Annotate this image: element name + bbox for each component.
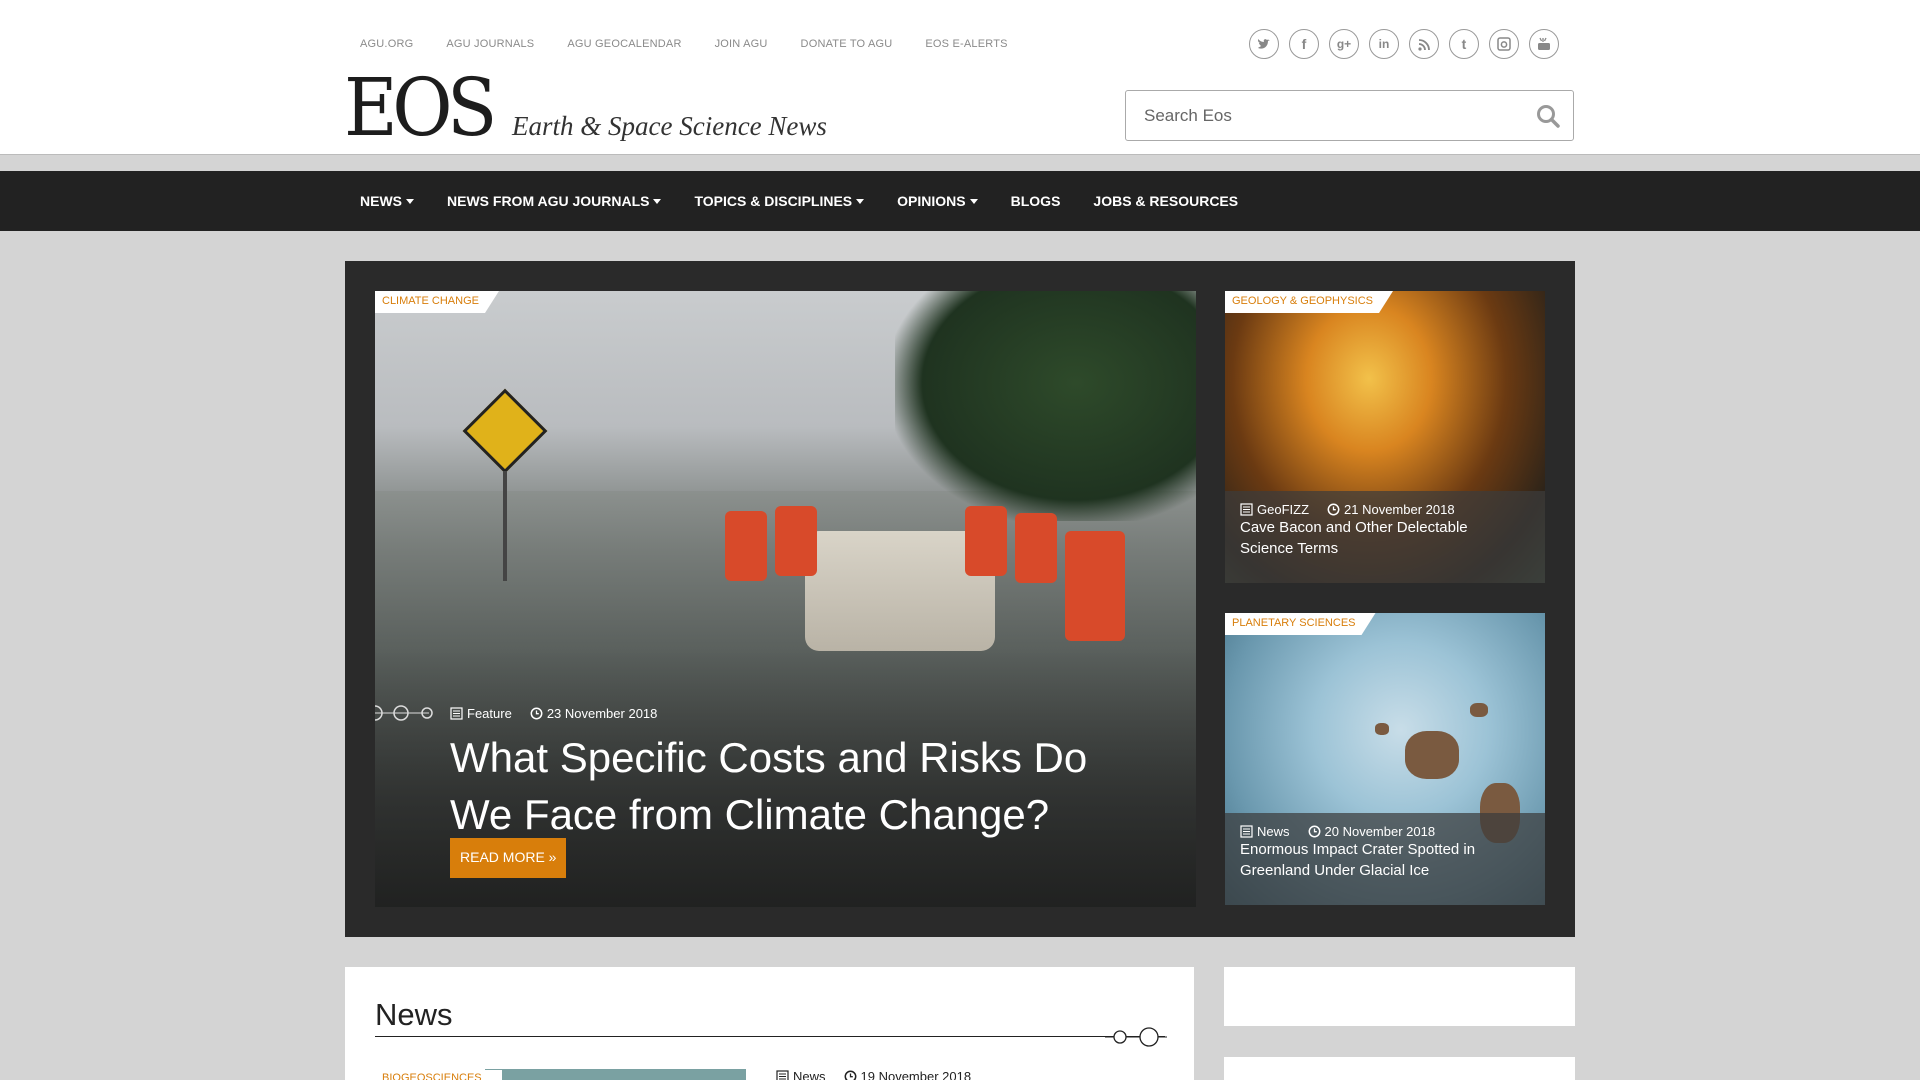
featured-stories: CLIMATE CHANGE Feature 23 November 2018 … bbox=[345, 261, 1575, 937]
story-meta: GeoFIZZ 21 November 2018 bbox=[1240, 502, 1455, 517]
category-tag[interactable]: BIOGEOSCIENCES bbox=[375, 1070, 502, 1080]
chevron-down-icon bbox=[969, 198, 978, 204]
main-nav: NEWS NEWS FROM AGU JOURNALS TOPICS & DIS… bbox=[0, 171, 1920, 231]
meteor-rock-image bbox=[1375, 723, 1389, 735]
article-icon bbox=[450, 707, 463, 720]
story-meta: News 20 November 2018 bbox=[1240, 824, 1435, 839]
news-thumbnail[interactable] bbox=[485, 1069, 746, 1080]
nav-item-news[interactable]: NEWS bbox=[360, 193, 414, 209]
story-type: Feature bbox=[467, 706, 512, 721]
story-type: News bbox=[1257, 824, 1290, 839]
linkedin-icon[interactable]: in bbox=[1369, 29, 1399, 59]
read-more-button[interactable]: READ MORE » bbox=[450, 838, 567, 878]
story-date: 19 November 2018 bbox=[860, 1069, 972, 1080]
search-icon[interactable] bbox=[1535, 103, 1561, 129]
chevron-down-icon bbox=[406, 198, 414, 204]
decorative-dots bbox=[1105, 1027, 1167, 1047]
tumblr-icon[interactable]: t bbox=[1449, 29, 1479, 59]
google-plus-icon[interactable]: g+ bbox=[1329, 29, 1359, 59]
top-link-eos-e-alerts[interactable]: EOS E-ALERTS bbox=[925, 38, 1007, 50]
clock-icon bbox=[1308, 825, 1320, 838]
chevron-down-icon bbox=[856, 198, 865, 204]
story-meta: News 19 November 2018 bbox=[776, 1069, 971, 1080]
nav-item-topics-disciplines[interactable]: TOPICS & DISCIPLINES bbox=[694, 193, 865, 209]
facebook-icon[interactable]: f bbox=[1289, 29, 1319, 59]
category-tag[interactable]: PLANETARY SCIENCES bbox=[1225, 613, 1376, 635]
news-section: News BIOGEOSCIENCES News 19 November 201… bbox=[345, 967, 1194, 1080]
meteor-rock-image bbox=[1470, 703, 1488, 717]
story-date: 20 November 2018 bbox=[1324, 824, 1436, 839]
top-link-join-agu[interactable]: JOIN AGU bbox=[715, 38, 768, 50]
story-date: 23 November 2018 bbox=[546, 706, 658, 721]
story-date: 21 November 2018 bbox=[1344, 502, 1455, 517]
rescuer-figure bbox=[775, 506, 817, 576]
decorative-dots bbox=[375, 705, 433, 721]
search-box bbox=[1125, 90, 1574, 141]
article-icon bbox=[776, 1070, 789, 1080]
article-icon bbox=[1240, 503, 1253, 516]
featured-side-story-1[interactable]: GEOLOGY & GEOPHYSICS GeoFIZZ 21 November… bbox=[1225, 291, 1545, 583]
story-type: News bbox=[793, 1069, 826, 1080]
section-divider bbox=[375, 1036, 1165, 1037]
category-tag[interactable]: GEOLOGY & GEOPHYSICS bbox=[1225, 291, 1393, 313]
twitter-icon[interactable] bbox=[1249, 29, 1279, 59]
top-link-agu-journals[interactable]: AGU JOURNALS bbox=[446, 38, 534, 50]
youtube-icon[interactable] bbox=[1529, 29, 1559, 59]
social-links: f g+ in t bbox=[1249, 29, 1569, 59]
clock-icon bbox=[844, 1070, 856, 1080]
story-headline[interactable]: Enormous Impact Crater Spotted in Greenl… bbox=[1240, 839, 1510, 881]
featured-side-story-2[interactable]: PLANETARY SCIENCES News 20 November 2018… bbox=[1225, 613, 1545, 905]
story-headline[interactable]: What Specific Costs and Risks Do We Face… bbox=[450, 729, 1090, 843]
clock-icon bbox=[530, 707, 543, 720]
rss-icon[interactable] bbox=[1409, 29, 1439, 59]
category-tag[interactable]: CLIMATE CHANGE bbox=[375, 291, 499, 313]
search-input[interactable] bbox=[1126, 91, 1506, 140]
site-tagline: Earth & Space Science News bbox=[512, 111, 827, 141]
hero-photo-trees bbox=[895, 291, 1196, 521]
eos-logo[interactable]: EOS bbox=[344, 68, 497, 148]
nav-item-jobs-resources[interactable]: JOBS & RESOURCES bbox=[1093, 193, 1238, 209]
instagram-icon[interactable] bbox=[1489, 29, 1519, 59]
top-link-donate[interactable]: DONATE TO AGU bbox=[801, 38, 893, 50]
story-meta: Feature 23 November 2018 bbox=[450, 706, 657, 721]
nav-item-opinions[interactable]: OPINIONS bbox=[897, 193, 978, 209]
story-headline[interactable]: Cave Bacon and Other Delectable Science … bbox=[1240, 517, 1510, 559]
sidebar-widget bbox=[1224, 1057, 1575, 1080]
clock-icon bbox=[1327, 503, 1340, 516]
article-icon bbox=[1240, 825, 1253, 838]
meteor-rock-image bbox=[1405, 731, 1459, 779]
featured-main-story[interactable]: CLIMATE CHANGE Feature 23 November 2018 … bbox=[375, 291, 1196, 907]
top-link-agu-org[interactable]: AGU.ORG bbox=[360, 38, 413, 50]
rescuer-figure bbox=[1065, 531, 1125, 641]
nav-item-news-from-agu-journals[interactable]: NEWS FROM AGU JOURNALS bbox=[447, 193, 662, 209]
road-sign-pole bbox=[503, 471, 507, 581]
story-type: GeoFIZZ bbox=[1257, 502, 1310, 517]
road-sign-image bbox=[462, 388, 548, 474]
rescuer-figure bbox=[965, 506, 1007, 576]
sidebar-widget bbox=[1224, 967, 1575, 1026]
nav-item-blogs[interactable]: BLOGS bbox=[1011, 193, 1061, 209]
chevron-down-icon bbox=[653, 198, 662, 204]
site-header: AGU.ORG AGU JOURNALS AGU GEOCALENDAR JOI… bbox=[0, 0, 1920, 155]
rescuer-figure bbox=[1015, 513, 1057, 583]
section-title: News bbox=[375, 997, 453, 1032]
rescuer-figure bbox=[725, 511, 767, 581]
top-links: AGU.ORG AGU JOURNALS AGU GEOCALENDAR JOI… bbox=[360, 38, 1041, 50]
top-link-agu-geocalendar[interactable]: AGU GEOCALENDAR bbox=[567, 38, 681, 50]
